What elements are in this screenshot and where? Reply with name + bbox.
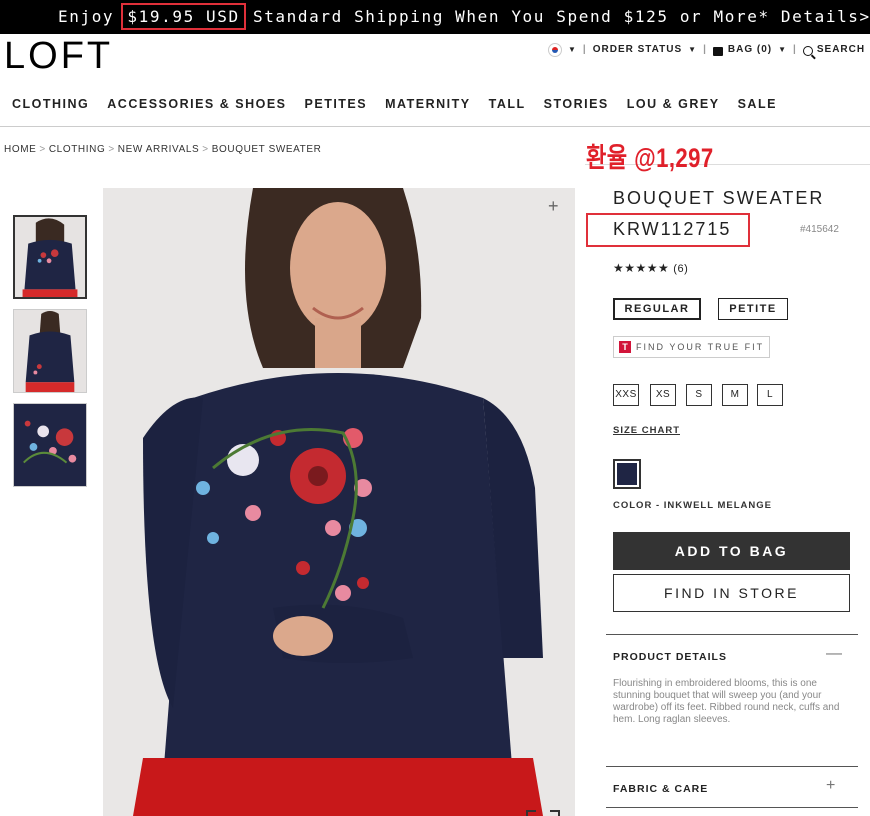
details-divider-top — [606, 634, 858, 635]
color-swatch-inkwell[interactable] — [613, 459, 641, 489]
country-flag-icon[interactable] — [548, 43, 562, 57]
size-xxs-button[interactable]: XXS — [613, 384, 639, 406]
bag-icon[interactable] — [712, 46, 723, 56]
nav-item-sale[interactable]: SALE — [738, 97, 777, 111]
size-s-button[interactable]: S — [686, 384, 712, 406]
true-fit-button[interactable]: T FIND YOUR TRUE FIT — [613, 336, 770, 358]
product-price: KRW112715 — [613, 219, 732, 239]
size-m-button[interactable]: M — [722, 384, 748, 406]
promo-text[interactable]: Standard Shipping When You Spend $125 or… — [253, 7, 870, 26]
chevron-down-icon[interactable]: ▼ — [778, 40, 787, 60]
search-link[interactable]: SEARCH — [817, 40, 865, 60]
color-label: COLOR - INKWELL MELANGE — [613, 500, 772, 511]
review-count[interactable]: (6) — [673, 263, 688, 275]
nav-item-petites[interactable]: PETITES — [305, 97, 368, 111]
nav-item-tall[interactable]: TALL — [489, 97, 526, 111]
size-l-button[interactable]: L — [757, 384, 783, 406]
breadcrumb-new-arrivals[interactable]: NEW ARRIVALS — [118, 144, 199, 155]
fabric-divider-top — [606, 766, 858, 767]
fit-petite-button[interactable]: PETITE — [718, 298, 788, 320]
chevron-down-icon[interactable]: ▼ — [568, 40, 577, 60]
breadcrumb: HOME > CLOTHING > NEW ARRIVALS > BOUQUET SWEAT… — [4, 144, 322, 155]
zoom-icon[interactable]: + — [548, 196, 559, 217]
product-title: BOUQUET SWEATER — [613, 188, 825, 208]
product-thumbnail-back[interactable] — [13, 309, 87, 393]
nav-item-accessories-shoes[interactable]: ACCESSORIES & SHOES — [107, 97, 286, 111]
rating-stars[interactable]: ★★★★★ (6) — [613, 261, 688, 275]
product-thumbnail-detail[interactable] — [13, 403, 87, 487]
true-fit-label: FIND YOUR TRUE FIT — [636, 342, 765, 352]
fullscreen-icon[interactable] — [524, 802, 562, 816]
bag-link[interactable]: BAG (0) — [728, 40, 772, 60]
add-to-bag-button[interactable]: ADD TO BAG — [613, 532, 850, 570]
fabric-care-heading[interactable]: FABRIC & CARE — [613, 783, 708, 795]
breadcrumb-home[interactable]: HOME — [4, 144, 36, 155]
expand-icon[interactable]: + — [826, 777, 835, 795]
nav-item-stories[interactable]: STORIES — [544, 97, 609, 111]
main-nav: CLOTHING ACCESSORIES & SHOES PETITES MAT… — [12, 97, 795, 111]
exchange-rate-annotation: 환율 @1,297 — [586, 143, 714, 173]
utility-nav: ▼ | ORDER STATUS ▼ | BAG (0) ▼ | SEARCH — [548, 40, 865, 60]
product-thumbnail-front[interactable] — [13, 215, 87, 299]
nav-item-lou-grey[interactable]: LOU & GREY — [627, 97, 720, 111]
loft-logo[interactable]: LOFT — [4, 34, 113, 78]
nav-item-maternity[interactable]: MATERNITY — [385, 97, 471, 111]
true-fit-logo-icon: T — [619, 341, 631, 353]
fit-regular-button[interactable]: REGULAR — [613, 298, 701, 320]
promo-prefix: Enjoy — [58, 7, 115, 26]
product-details-heading[interactable]: PRODUCT DETAILS — [613, 651, 727, 663]
search-icon[interactable] — [802, 46, 813, 56]
size-xs-button[interactable]: XS — [650, 384, 676, 406]
size-chart-link[interactable]: SIZE CHART — [613, 425, 680, 436]
main-product-image[interactable] — [103, 188, 575, 816]
star-rating-icon: ★★★★★ — [613, 261, 670, 275]
product-details-text: Flourishing in embroidered blooms, this … — [613, 678, 840, 725]
chevron-down-icon[interactable]: ▼ — [688, 40, 697, 60]
nav-divider — [0, 126, 870, 127]
breadcrumb-clothing[interactable]: CLOTHING — [49, 144, 105, 155]
promo-price-highlight: $19.95 USD — [121, 3, 246, 30]
order-status-link[interactable]: ORDER STATUS — [593, 40, 682, 60]
nav-item-clothing[interactable]: CLOTHING — [12, 97, 89, 111]
breadcrumb-current: BOUQUET SWEATER — [211, 144, 322, 155]
collapse-icon[interactable]: — — [826, 645, 842, 663]
fabric-divider-bottom — [606, 807, 858, 808]
find-in-store-button[interactable]: FIND IN STORE — [613, 574, 850, 612]
product-sku: #415642 — [800, 224, 839, 235]
promo-banner[interactable]: Enjoy $19.95 USD Standard Shipping When … — [0, 0, 870, 34]
swatch-fill — [617, 463, 637, 485]
